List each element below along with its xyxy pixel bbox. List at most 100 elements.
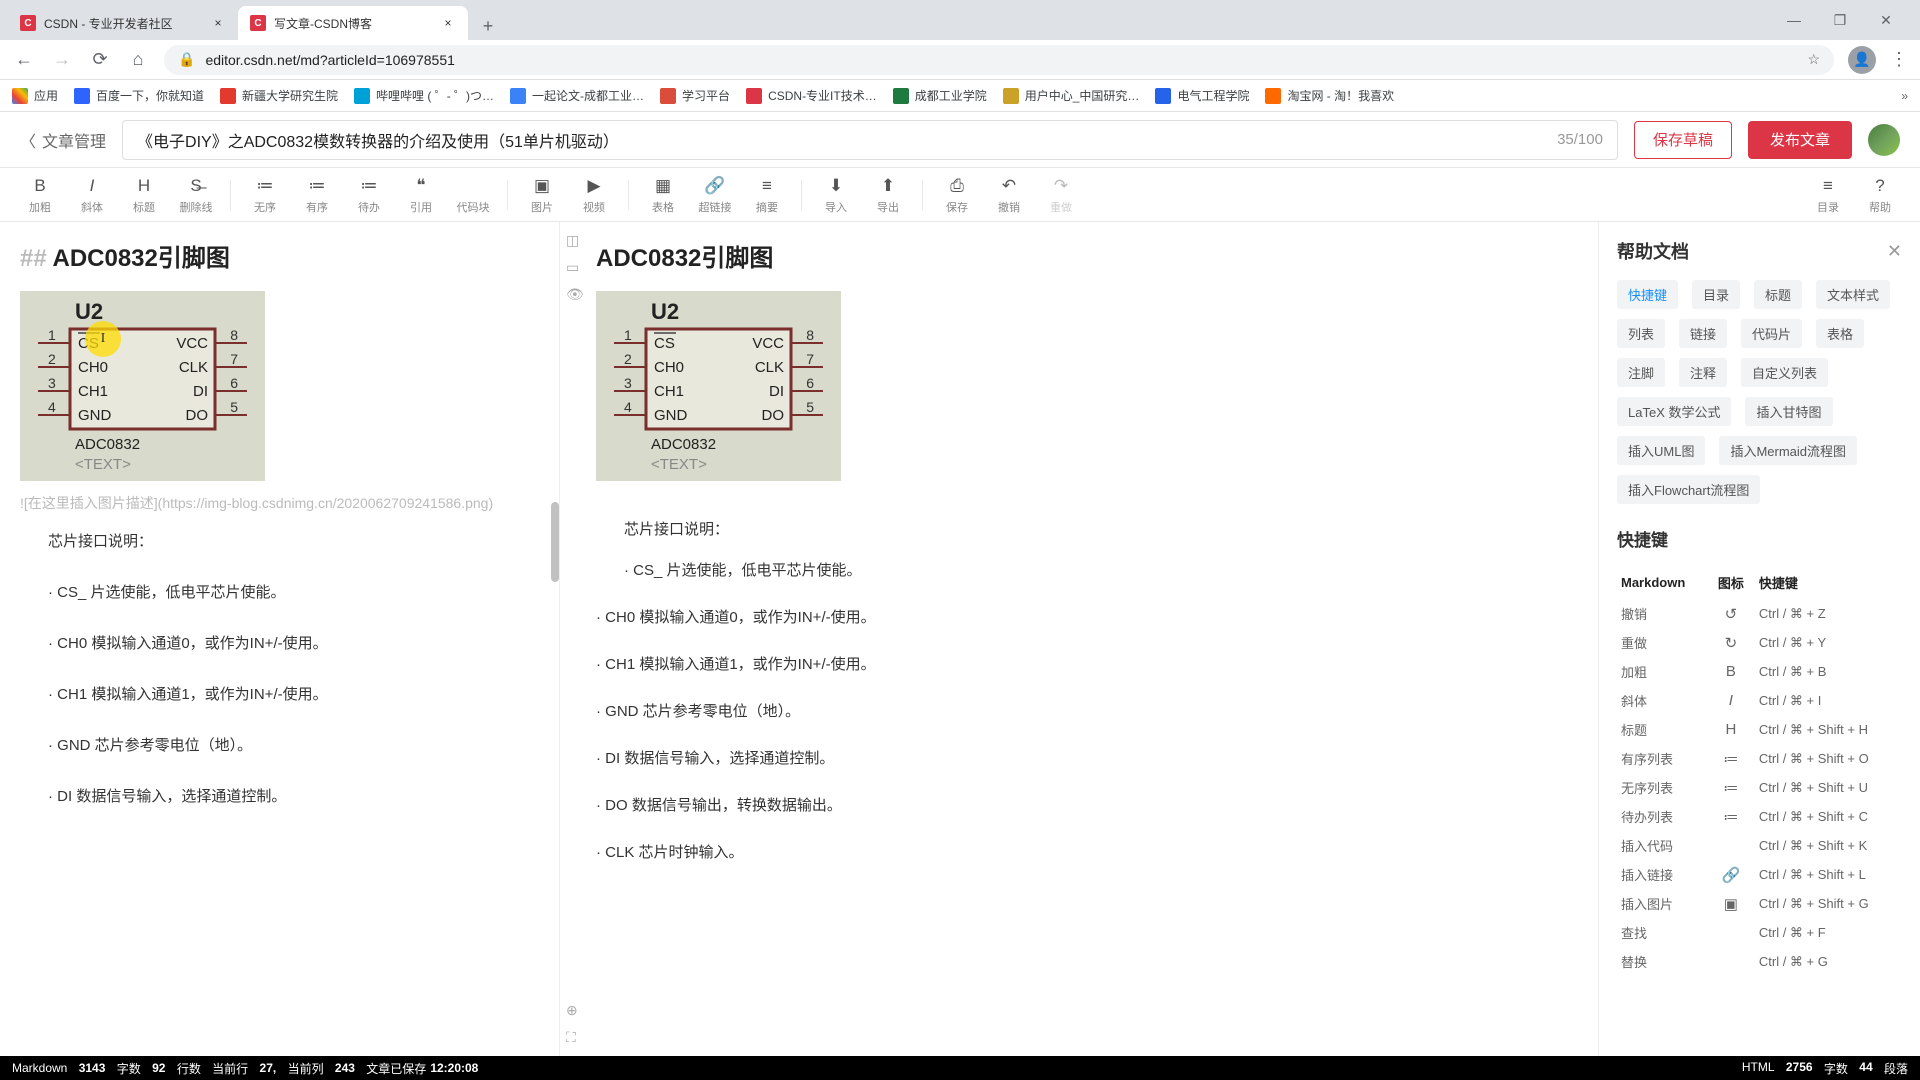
close-icon[interactable]: × <box>440 15 456 31</box>
publish-button[interactable]: 发布文章 <box>1748 121 1852 159</box>
help-tag[interactable]: 标题 <box>1754 280 1802 309</box>
preview-pane: ◫ ▭ 👁 ⊕ ⛶ ADC0832引脚图 U21CS2CH03CH14GND8V… <box>560 222 1598 1056</box>
svg-text:U2: U2 <box>75 299 103 324</box>
toolbar-目录[interactable]: ≡目录 <box>1802 175 1854 215</box>
toolbar-导出[interactable]: ⬆导出 <box>862 175 914 215</box>
svg-text:CH0: CH0 <box>78 359 108 376</box>
toolbar-斜体[interactable]: I斜体 <box>66 175 118 215</box>
tab-favicon-icon: C <box>250 15 266 31</box>
toolbar-无序[interactable]: ≔无序 <box>239 175 291 215</box>
toolbar-删除线[interactable]: S̶删除线 <box>170 175 222 215</box>
help-tag[interactable]: 插入UML图 <box>1617 436 1705 465</box>
toolbar-有序[interactable]: ≔有序 <box>291 175 343 215</box>
user-avatar[interactable] <box>1868 124 1900 156</box>
toolbar-图片[interactable]: ▣图片 <box>516 175 568 215</box>
preview-para: · CH0 模拟输入通道0，或作为IN+/-使用。 <box>596 604 1568 631</box>
reload-icon[interactable]: ⟳ <box>88 48 112 72</box>
article-title-input[interactable] <box>137 131 1557 149</box>
help-tag[interactable]: 插入Mermaid流程图 <box>1719 436 1857 465</box>
bookmark-favicon-icon <box>893 88 909 104</box>
bookmark-item[interactable]: CSDN-专业IT技术… <box>746 87 877 104</box>
help-tag[interactable]: 链接 <box>1679 319 1727 348</box>
bookmark-item[interactable]: 哔哩哔哩 ( ゜- ゜)つ… <box>354 87 494 104</box>
url-bar[interactable]: 🔒 editor.csdn.net/md?articleId=106978551… <box>164 45 1834 75</box>
layout-single-icon[interactable]: ▭ <box>566 259 584 276</box>
back-icon[interactable]: ← <box>12 48 36 72</box>
help-tag[interactable]: LaTeX 数学公式 <box>1617 397 1731 426</box>
toolbar-代码块[interactable]: 代码块 <box>447 175 499 215</box>
help-tag[interactable]: 列表 <box>1617 319 1665 348</box>
toolbar-icon: ▦ <box>655 175 671 197</box>
toolbar-标题[interactable]: H标题 <box>118 175 170 215</box>
layout-split-icon[interactable]: ◫ <box>566 232 584 249</box>
help-tag[interactable]: 快捷键 <box>1617 280 1678 309</box>
window-controls: — ❐ ✕ <box>1780 6 1912 34</box>
new-tab-button[interactable]: + <box>474 12 502 40</box>
tab-csdn-home[interactable]: C CSDN - 专业开发者社区 × <box>8 6 238 40</box>
eye-icon[interactable]: 👁 <box>566 286 584 303</box>
preview-para: · GND 芯片参考零电位（地）。 <box>596 698 1568 725</box>
help-tag[interactable]: 插入Flowchart流程图 <box>1617 475 1760 504</box>
fullscreen-icon[interactable]: ⛶ <box>566 1029 578 1046</box>
back-to-articles-link[interactable]: 〈 文章管理 <box>20 128 106 152</box>
bookmark-item[interactable]: 淘宝网 - 淘！我喜欢 <box>1265 87 1394 104</box>
bookmarks-bar: 应用 百度一下，你就知道新疆大学研究生院哔哩哔哩 ( ゜- ゜)つ… 一起论文-成… <box>0 80 1920 112</box>
help-tag[interactable]: 注脚 <box>1617 358 1665 387</box>
toolbar-保存[interactable]: ⎙保存 <box>931 175 983 215</box>
tab-editor[interactable]: C 写文章-CSDN博客 × <box>238 6 468 40</box>
chip-diagram-preview: U21CS2CH03CH14GND8VCC7CLK6DI5DOADC0832<T… <box>596 291 841 481</box>
toolbar-帮助[interactable]: ?帮助 <box>1854 175 1906 215</box>
kebab-menu-icon[interactable]: ⋮ <box>1890 49 1908 70</box>
svg-text:CH1: CH1 <box>654 383 684 400</box>
toolbar-导入[interactable]: ⬇导入 <box>810 175 862 215</box>
bookmark-item[interactable]: 学习平台 <box>660 87 730 104</box>
toolbar-表格[interactable]: ▦表格 <box>637 175 689 215</box>
save-draft-button[interactable]: 保存草稿 <box>1634 121 1732 159</box>
editor-pane[interactable]: ## ADC0832引脚图 U21CS2CH03CH14GND8VCC7CLK6… <box>0 222 560 1056</box>
maximize-icon[interactable]: ❐ <box>1826 6 1854 34</box>
toolbar-icon: ▣ <box>534 175 550 197</box>
svg-text:CLK: CLK <box>179 359 208 376</box>
toolbar-待办[interactable]: ≔待办 <box>343 175 395 215</box>
shortcut-row: 无序列表≔Ctrl / ⌘ + Shift + U <box>1619 774 1900 801</box>
shortcut-row: 重做↻Ctrl / ⌘ + Y <box>1619 629 1900 656</box>
bookmark-item[interactable]: 用户中心_中国研究… <box>1003 87 1140 104</box>
close-window-icon[interactable]: ✕ <box>1872 6 1900 34</box>
toolbar-视频[interactable]: ▶视频 <box>568 175 620 215</box>
bookmark-item[interactable]: 电气工程学院 <box>1155 87 1249 104</box>
help-tag[interactable]: 注释 <box>1679 358 1727 387</box>
profile-icon[interactable]: 👤 <box>1848 46 1876 74</box>
scrollbar-thumb[interactable] <box>551 502 559 582</box>
editor-para: · CH0 模拟输入通道0，或作为IN+/-使用。 <box>20 630 539 657</box>
help-tag[interactable]: 文本样式 <box>1816 280 1890 309</box>
bookmark-item[interactable]: 成都工业学院 <box>893 87 987 104</box>
star-icon[interactable]: ☆ <box>1807 51 1820 68</box>
toolbar-撤销[interactable]: ↶撤销 <box>983 175 1035 215</box>
toolbar-超链接[interactable]: 🔗超链接 <box>689 175 741 215</box>
sync-scroll-icon[interactable]: ⊕ <box>566 1002 578 1019</box>
help-tag[interactable]: 目录 <box>1692 280 1740 309</box>
help-tag[interactable]: 自定义列表 <box>1741 358 1828 387</box>
minimize-icon[interactable]: — <box>1780 6 1808 34</box>
text-cursor-highlight: I <box>85 321 121 357</box>
help-tag[interactable]: 代码片 <box>1741 319 1802 348</box>
toolbar-加粗[interactable]: B加粗 <box>14 175 66 215</box>
bookmark-item[interactable]: 新疆大学研究生院 <box>220 87 338 104</box>
toolbar-icon: ⎙ <box>950 175 964 197</box>
bookmark-favicon-icon <box>660 88 676 104</box>
bookmark-apps[interactable]: 应用 <box>12 87 58 104</box>
bookmark-item[interactable]: 百度一下，你就知道 <box>74 87 204 104</box>
help-tag[interactable]: 表格 <box>1816 319 1864 348</box>
close-icon[interactable]: ✕ <box>1887 241 1902 262</box>
toolbar-摘要[interactable]: ≡摘要 <box>741 175 793 215</box>
svg-text:6: 6 <box>806 375 814 391</box>
shortcuts-table: Markdown 图标 快捷键 撤销↺Ctrl / ⌘ + Z重做↻Ctrl /… <box>1617 565 1902 977</box>
home-icon[interactable]: ⌂ <box>126 48 150 72</box>
bookmark-item[interactable]: 一起论文-成都工业… <box>510 87 644 104</box>
bookmarks-overflow-icon[interactable]: » <box>1901 89 1908 103</box>
forward-icon[interactable]: → <box>50 48 74 72</box>
toolbar-引用[interactable]: ❝引用 <box>395 175 447 215</box>
toolbar-icon: S̶ <box>190 175 201 197</box>
help-tag[interactable]: 插入甘特图 <box>1745 397 1832 426</box>
close-icon[interactable]: × <box>210 15 226 31</box>
